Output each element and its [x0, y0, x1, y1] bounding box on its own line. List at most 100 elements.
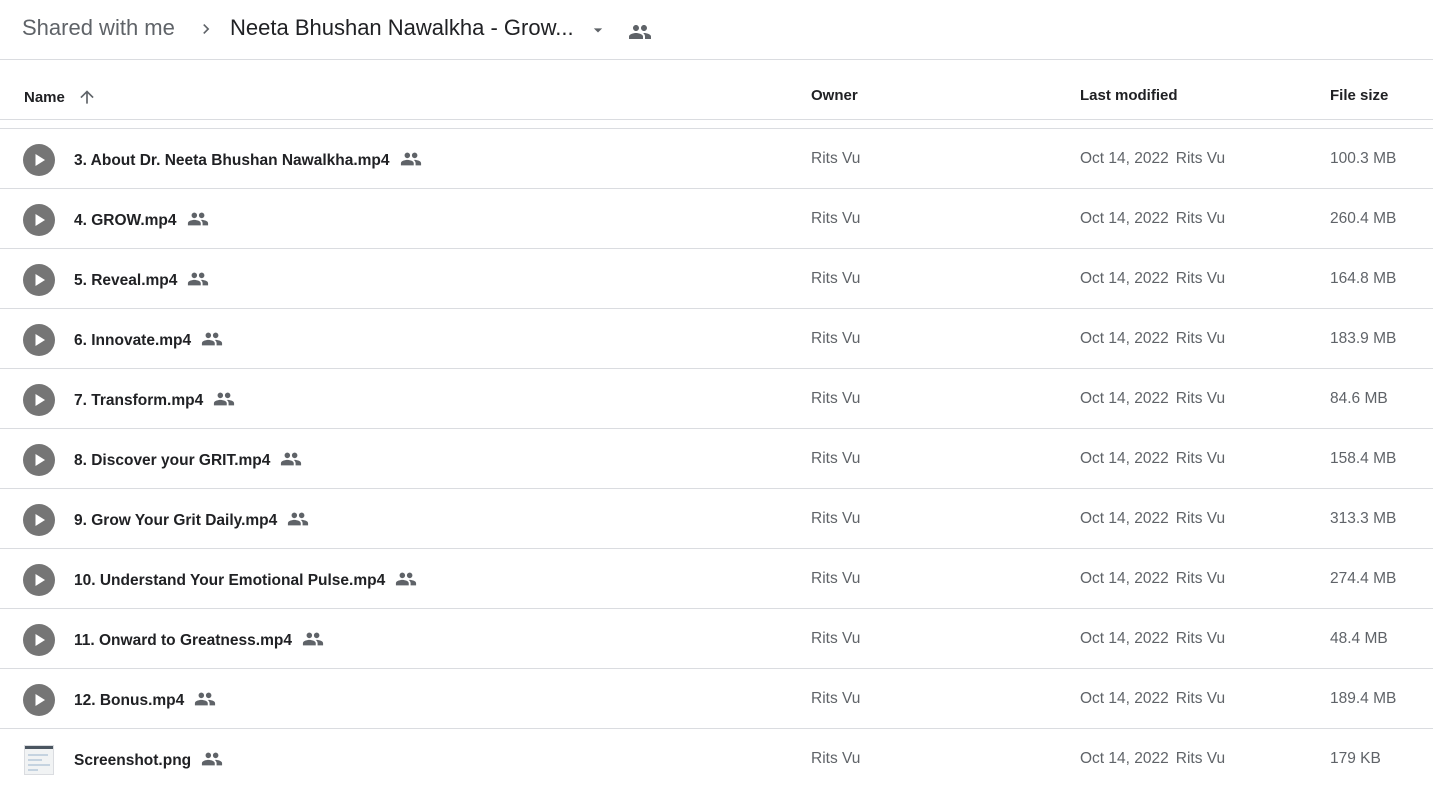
play-circle-icon[interactable]: [23, 564, 55, 596]
file-last-modified: Oct 14, 2022 Rits Vu: [1080, 510, 1225, 528]
breadcrumb-current-folder[interactable]: Neeta Bhushan Nawalkha - Grow...: [230, 15, 574, 41]
file-last-modified: Oct 14, 2022 Rits Vu: [1080, 270, 1225, 288]
play-circle-icon[interactable]: [23, 624, 55, 656]
file-name[interactable]: 9. Grow Your Grit Daily.mp4: [74, 510, 309, 532]
people-icon: [201, 748, 223, 770]
column-header-owner[interactable]: Owner: [811, 87, 858, 104]
people-icon: [187, 268, 209, 290]
play-circle-icon[interactable]: [23, 204, 55, 236]
modified-date: Oct 14, 2022: [1080, 510, 1169, 527]
file-owner: Rits Vu: [811, 750, 861, 767]
table-row[interactable]: 7. Transform.mp4 Rits Vu Oct 14, 2022 Rits …: [0, 368, 1433, 428]
modified-by: Rits Vu: [1175, 450, 1226, 467]
file-size: 158.4 MB: [1330, 450, 1397, 467]
file-name-label: 9. Grow Your Grit Daily.mp4: [74, 512, 278, 529]
file-name[interactable]: Screenshot.png: [74, 750, 223, 772]
column-header-last-modified[interactable]: Last modified: [1080, 87, 1178, 104]
file-name[interactable]: 5. Reveal.mp4: [74, 270, 209, 292]
column-header-file-size[interactable]: File size: [1330, 87, 1388, 104]
file-name-label: 6. Innovate.mp4: [74, 332, 192, 349]
file-size: 274.4 MB: [1330, 570, 1397, 587]
table-row[interactable]: 8. Discover your GRIT.mp4 Rits Vu Oct 14, …: [0, 428, 1433, 488]
breadcrumb: Shared with me Neeta Bhushan Nawalkha - …: [0, 0, 1433, 60]
modified-date: Oct 14, 2022: [1080, 450, 1169, 467]
file-size: 84.6 MB: [1330, 390, 1388, 407]
column-header-name-label: Name: [24, 88, 65, 106]
modified-date: Oct 14, 2022: [1080, 570, 1169, 587]
breadcrumb-shared-with-me[interactable]: Shared with me: [22, 15, 175, 41]
file-list: 3. About Dr. Neeta Bhushan Nawalkha.mp4 R…: [0, 128, 1433, 788]
file-size: 313.3 MB: [1330, 510, 1397, 527]
file-size: 260.4 MB: [1330, 210, 1397, 227]
table-row[interactable]: 12. Bonus.mp4 Rits Vu Oct 14, 2022 Rits Vu 1…: [0, 668, 1433, 728]
file-owner: Rits Vu: [811, 510, 861, 527]
table-row[interactable]: 10. Understand Your Emotional Pulse.mp4 R…: [0, 548, 1433, 608]
people-icon: [400, 148, 422, 170]
modified-date: Oct 14, 2022: [1080, 690, 1169, 707]
file-owner: Rits Vu: [811, 270, 861, 287]
file-name[interactable]: 3. About Dr. Neeta Bhushan Nawalkha.mp4: [74, 150, 422, 172]
file-owner: Rits Vu: [811, 150, 861, 167]
play-circle-icon[interactable]: [23, 264, 55, 296]
file-name[interactable]: 4. GROW.mp4: [74, 210, 209, 232]
play-circle-icon[interactable]: [23, 504, 55, 536]
play-circle-icon[interactable]: [23, 384, 55, 416]
table-row[interactable]: 6. Innovate.mp4 Rits Vu Oct 14, 2022 Rits V…: [0, 308, 1433, 368]
file-name-label: 7. Transform.mp4: [74, 392, 204, 409]
file-name-label: 3. About Dr. Neeta Bhushan Nawalkha.mp4: [74, 152, 390, 169]
table-row[interactable]: 4. GROW.mp4 Rits Vu Oct 14, 2022 Rits Vu 260…: [0, 188, 1433, 248]
file-name[interactable]: 10. Understand Your Emotional Pulse.mp4: [74, 570, 417, 592]
play-circle-icon[interactable]: [23, 684, 55, 716]
people-icon: [194, 688, 216, 710]
file-owner: Rits Vu: [811, 450, 861, 467]
file-name-label: 12. Bonus.mp4: [74, 692, 185, 709]
file-name[interactable]: 6. Innovate.mp4: [74, 330, 223, 352]
play-circle-icon[interactable]: [23, 144, 55, 176]
file-name[interactable]: 8. Discover your GRIT.mp4: [74, 450, 302, 472]
file-size: 183.9 MB: [1330, 330, 1397, 347]
file-last-modified: Oct 14, 2022 Rits Vu: [1080, 390, 1225, 408]
table-row[interactable]: 9. Grow Your Grit Daily.mp4 Rits Vu Oct 14…: [0, 488, 1433, 548]
arrow-up-icon[interactable]: [77, 87, 97, 107]
modified-date: Oct 14, 2022: [1080, 330, 1169, 347]
people-icon: [395, 568, 417, 590]
file-last-modified: Oct 14, 2022 Rits Vu: [1080, 330, 1225, 348]
file-last-modified: Oct 14, 2022 Rits Vu: [1080, 570, 1225, 588]
play-circle-icon[interactable]: [23, 324, 55, 356]
caret-down-icon[interactable]: [588, 20, 608, 40]
file-last-modified: Oct 14, 2022 Rits Vu: [1080, 150, 1225, 168]
people-icon: [287, 508, 309, 530]
modified-date: Oct 14, 2022: [1080, 630, 1169, 647]
file-owner: Rits Vu: [811, 630, 861, 647]
modified-date: Oct 14, 2022: [1080, 210, 1169, 227]
modified-by: Rits Vu: [1175, 210, 1226, 227]
file-size: 48.4 MB: [1330, 630, 1388, 647]
modified-date: Oct 14, 2022: [1080, 150, 1169, 167]
column-header-name[interactable]: Name: [24, 87, 97, 107]
file-name[interactable]: 11. Onward to Greatness.mp4: [74, 630, 324, 652]
table-row[interactable]: 5. Reveal.mp4 Rits Vu Oct 14, 2022 Rits Vu 1…: [0, 248, 1433, 308]
play-circle-icon[interactable]: [23, 444, 55, 476]
modified-by: Rits Vu: [1175, 270, 1226, 287]
file-list-header: Name Owner Last modified File size: [0, 61, 1433, 120]
file-name-label: 4. GROW.mp4: [74, 212, 177, 229]
modified-by: Rits Vu: [1175, 390, 1226, 407]
file-owner: Rits Vu: [811, 690, 861, 707]
file-owner: Rits Vu: [811, 390, 861, 407]
modified-by: Rits Vu: [1175, 330, 1226, 347]
image-thumbnail-icon[interactable]: [24, 745, 54, 775]
people-icon: [201, 328, 223, 350]
modified-date: Oct 14, 2022: [1080, 390, 1169, 407]
table-row[interactable]: Screenshot.png Rits Vu Oct 14, 2022 Rits Vu…: [0, 728, 1433, 788]
file-name[interactable]: 12. Bonus.mp4: [74, 690, 216, 712]
file-size: 189.4 MB: [1330, 690, 1397, 707]
file-last-modified: Oct 14, 2022 Rits Vu: [1080, 750, 1225, 768]
modified-date: Oct 14, 2022: [1080, 270, 1169, 287]
modified-date: Oct 14, 2022: [1080, 750, 1169, 767]
table-row[interactable]: 11. Onward to Greatness.mp4 Rits Vu Oct 14…: [0, 608, 1433, 668]
file-size: 100.3 MB: [1330, 150, 1397, 167]
file-last-modified: Oct 14, 2022 Rits Vu: [1080, 210, 1225, 228]
file-name[interactable]: 7. Transform.mp4: [74, 390, 235, 412]
table-row[interactable]: 3. About Dr. Neeta Bhushan Nawalkha.mp4 R…: [0, 128, 1433, 188]
modified-by: Rits Vu: [1175, 750, 1226, 767]
